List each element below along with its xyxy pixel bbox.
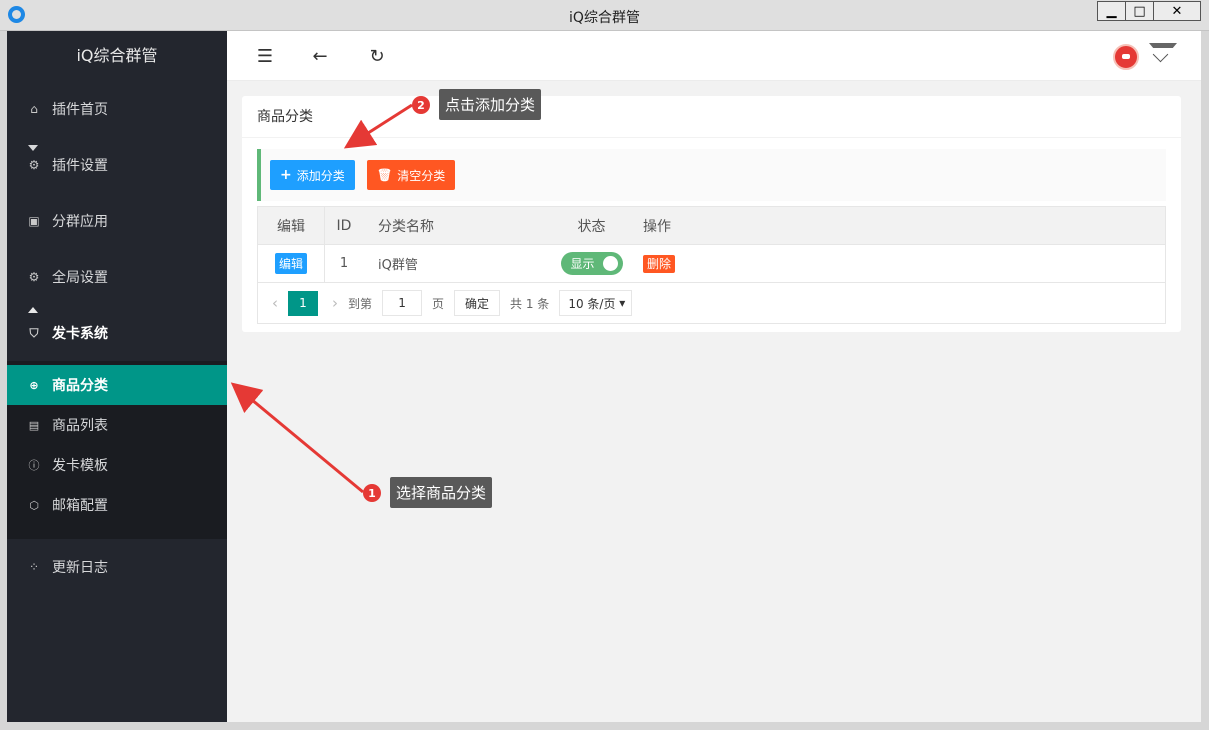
- add-category-label: 添加分类: [296, 168, 345, 183]
- sidebar-item-label: 商品分类: [52, 378, 108, 394]
- gear-icon: ⚙: [28, 158, 40, 172]
- home-icon: ⌂: [30, 102, 38, 116]
- page-size-value: 10 条/页: [568, 296, 616, 311]
- clear-category-label: 清空分类: [397, 168, 446, 183]
- refresh-icon[interactable]: ↻: [366, 45, 388, 67]
- sidebar-item-label: 全局设置: [52, 270, 108, 286]
- user-menu-chevron-icon[interactable]: [1149, 43, 1179, 63]
- apps-icon: ▣: [28, 214, 40, 228]
- sidebar-item-product-list[interactable]: ▤ 商品列表: [7, 405, 227, 445]
- table-header: 编辑 ID 分类名称 状态 操作: [258, 207, 1165, 245]
- close-button[interactable]: ✕: [1153, 1, 1201, 21]
- loading-icon: ⁘: [28, 560, 40, 574]
- card-title: 商品分类: [242, 96, 1181, 138]
- goto-page-input[interactable]: 1: [382, 290, 423, 316]
- table-row: 编辑 1 iQ群管 显示 删除: [258, 245, 1165, 283]
- sidebar-item-label: 插件设置: [52, 158, 108, 174]
- sidebar-item-card-system[interactable]: ⛉ 发卡系统: [7, 305, 227, 361]
- sidebar-item-changelog[interactable]: ⁘ 更新日志: [7, 539, 227, 595]
- add-category-button[interactable]: + 添加分类: [270, 160, 355, 190]
- goto-confirm-button[interactable]: 确定: [454, 290, 501, 316]
- menu-collapse-icon[interactable]: ☰: [254, 45, 276, 67]
- window-titlebar: iQ综合群管 ▁ □ ✕: [0, 0, 1209, 31]
- page-size-select[interactable]: 10 条/页 ▾: [559, 290, 633, 316]
- cell-name: iQ群管: [378, 258, 418, 273]
- step-1-tooltip: 选择商品分类: [390, 477, 493, 508]
- status-toggle-label: 显示: [570, 257, 595, 271]
- header-status: 状态: [577, 218, 606, 235]
- delete-button[interactable]: 删除: [643, 255, 676, 273]
- edit-button[interactable]: 编辑: [274, 253, 307, 274]
- sidebar-item-label: 邮箱配置: [52, 498, 108, 514]
- header-edit: 编辑: [258, 207, 325, 244]
- shield-icon: ⛉: [29, 325, 39, 340]
- sidebar-brand: iQ综合群管: [7, 31, 227, 81]
- topbar: ☰ ← ↻: [227, 31, 1201, 81]
- sidebar-item-label: 插件首页: [52, 102, 108, 118]
- sidebar-item-card-template[interactable]: ⓘ 发卡模板: [7, 445, 227, 485]
- category-card: 商品分类 + 添加分类 🗑 清空分类 编辑 ID 分类名称 状态 操作 编辑 1: [242, 96, 1181, 332]
- goto-label: 到第: [348, 296, 373, 311]
- gear-icon: ⚙: [28, 270, 40, 284]
- status-toggle[interactable]: 显示: [560, 252, 623, 275]
- sidebar: iQ综合群管 ⌂ 插件首页 ⚙ 插件设置 ▣ 分群应用 ⚙ 全局设置 ⛉ 发卡系…: [7, 31, 227, 722]
- sidebar-item-label: 分群应用: [52, 214, 108, 230]
- sidebar-item-label: 商品列表: [52, 418, 108, 434]
- caret-up-icon: [28, 307, 38, 313]
- back-arrow-icon[interactable]: ←: [309, 45, 331, 67]
- caret-down-icon: [28, 145, 38, 151]
- header-name: 分类名称: [378, 218, 434, 235]
- info-circle-icon: ⓘ: [28, 459, 40, 472]
- sidebar-item-plugin-settings[interactable]: ⚙ 插件设置: [7, 137, 227, 193]
- maximize-button[interactable]: □: [1125, 1, 1154, 21]
- chart-icon: ▤: [28, 418, 40, 432]
- step-2-tooltip: 点击添加分类: [439, 89, 542, 120]
- total-count: 共 1 条: [510, 296, 550, 311]
- step-2-badge: 2: [412, 96, 430, 114]
- plus-circle-icon: ⊕: [29, 378, 39, 392]
- sidebar-item-group-apps[interactable]: ▣ 分群应用: [7, 193, 227, 249]
- sidebar-item-product-category[interactable]: ⊕ 商品分类: [7, 365, 227, 405]
- sidebar-item-label: 更新日志: [52, 560, 108, 576]
- window-border-bottom: [0, 722, 1209, 730]
- pagination: ‹ 1 › 到第 1 页 确定 共 1 条 10 条/页 ▾: [258, 283, 1165, 323]
- minimize-button[interactable]: ▁: [1097, 1, 1126, 21]
- main-content: ☰ ← ↻ 商品分类 + 添加分类 🗑 清空分类 编辑 ID 分类名称 状态 操…: [227, 31, 1201, 722]
- step-1-badge: 1: [363, 484, 381, 502]
- avatar[interactable]: [1113, 44, 1139, 70]
- cell-id: 1: [339, 256, 349, 271]
- prev-page-icon[interactable]: ‹: [272, 294, 278, 312]
- window-title: iQ综合群管: [569, 10, 640, 26]
- trash-icon: 🗑: [377, 168, 393, 182]
- cube-icon: ⬡: [29, 498, 39, 512]
- sidebar-item-home[interactable]: ⌂ 插件首页: [7, 81, 227, 137]
- header-id: ID: [336, 217, 352, 234]
- sidebar-item-label: 发卡模板: [52, 458, 108, 474]
- table-toolbar: + 添加分类 🗑 清空分类: [257, 149, 1166, 201]
- header-action: 操作: [643, 218, 671, 235]
- page-label: 页: [432, 296, 445, 311]
- next-page-icon[interactable]: ›: [332, 294, 338, 312]
- window-border-right: [1201, 31, 1209, 730]
- category-table: 编辑 ID 分类名称 状态 操作 编辑 1 iQ群管 显示 删除 ‹ 1 › 到…: [257, 206, 1166, 324]
- current-page[interactable]: 1: [288, 290, 318, 316]
- sidebar-item-email-config[interactable]: ⬡ 邮箱配置: [7, 485, 227, 525]
- clear-category-button[interactable]: 🗑 清空分类: [367, 160, 456, 190]
- plus-icon: +: [280, 167, 292, 183]
- sidebar-item-label: 发卡系统: [52, 326, 108, 342]
- sidebar-item-global-settings[interactable]: ⚙ 全局设置: [7, 249, 227, 305]
- submenu: ⊕ 商品分类 ▤ 商品列表 ⓘ 发卡模板 ⬡ 邮箱配置: [7, 361, 227, 539]
